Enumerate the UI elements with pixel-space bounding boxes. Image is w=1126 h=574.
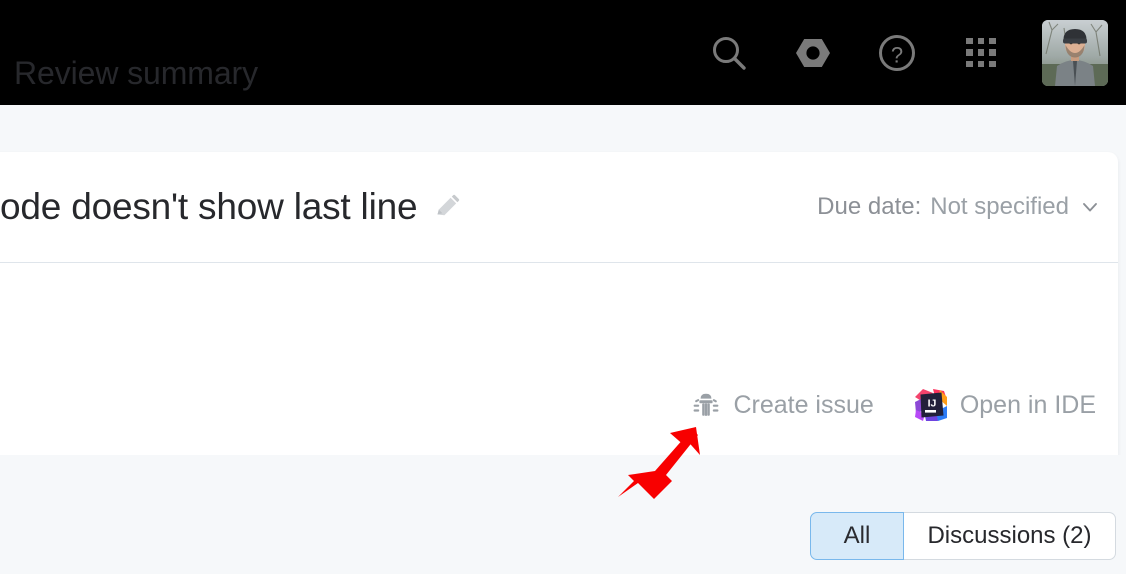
svg-text:?: ? [891,42,903,67]
create-issue-label: Create issue [733,390,874,419]
review-filter-tabs: All Discussions (2) [810,512,1116,560]
user-avatar[interactable] [1042,19,1108,86]
due-date-label: Due date: [817,193,922,220]
search-icon[interactable] [706,30,752,76]
issue-detail-card: ode doesn't show last line Due date: Not… [0,152,1118,455]
chevron-down-icon[interactable] [1080,197,1100,217]
filter-tab-all[interactable]: All [810,512,904,560]
open-in-ide-button[interactable]: IJ Open in IDE [914,388,1096,422]
page-background-strip [0,105,1126,152]
apps-grid-squares [966,37,996,68]
issue-action-row: Create issue IJ Open in IDE [691,388,1096,422]
create-issue-button[interactable]: Create issue [691,390,874,420]
pencil-icon[interactable] [433,193,461,221]
bug-icon [691,390,721,420]
issue-header: ode doesn't show last line Due date: Not… [0,152,1118,263]
filter-tab-discussions[interactable]: Discussions (2) [904,512,1116,560]
open-in-ide-label: Open in IDE [959,390,1096,419]
svg-text:IJ: IJ [927,397,936,409]
review-summary-heading: Review summary [14,55,258,91]
issue-body: Create issue IJ Open in IDE [0,263,1118,454]
due-date-field: Due date: Not specified [817,193,1100,221]
issue-title-group: ode doesn't show last line [0,187,461,228]
settings-gear-icon[interactable] [790,30,836,76]
apps-grid-icon[interactable] [958,30,1004,76]
topbar-action-group: ? [706,19,1126,86]
page-title: ode doesn't show last line [0,186,418,227]
help-question-icon[interactable]: ? [874,30,920,76]
due-date-value[interactable]: Not specified [930,193,1069,221]
intellij-ij-icon: IJ [914,388,948,422]
